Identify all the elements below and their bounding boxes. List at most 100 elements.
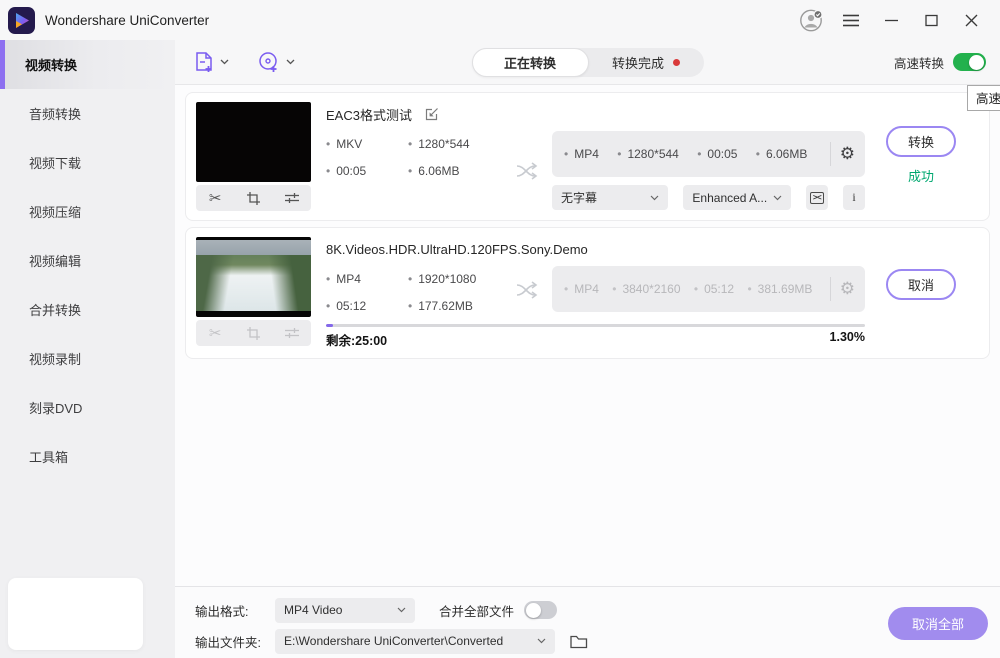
divider	[830, 142, 831, 166]
audio-track-select[interactable]: Enhanced A...	[683, 185, 791, 210]
sidebar-item-label: 视频转换	[25, 55, 77, 74]
add-file-button[interactable]	[193, 50, 229, 74]
source-resolution: 1920*1080	[408, 272, 504, 286]
sidebar-item-video-edit[interactable]: 视频编辑	[0, 236, 175, 285]
sidebar-item-label: 视频编辑	[29, 251, 81, 270]
source-duration: 00:05	[326, 164, 408, 178]
output-settings: MP4 3840*2160 05:12 381.69MB ⚙	[552, 266, 865, 312]
output-format-value: MP4 Video	[284, 603, 342, 617]
source-format: MKV	[326, 137, 408, 151]
progress-fill	[326, 324, 333, 327]
source-info: MP4 1920*1080 05:12 177.62MB	[326, 266, 504, 313]
trim-icon[interactable]: ✂	[203, 186, 227, 210]
sidebar-item-screen-record[interactable]: 视频录制	[0, 334, 175, 383]
output-format-select[interactable]: MP4 Video	[275, 598, 415, 623]
task-title: EAC3格式测试	[326, 105, 412, 124]
preview-icon[interactable]: ><	[806, 185, 828, 210]
chevron-down-icon	[537, 638, 546, 644]
target-duration: 05:12	[694, 282, 734, 296]
source-format: MP4	[326, 272, 408, 286]
sidebar-item-burn-dvd[interactable]: 刻录DVD	[0, 383, 175, 432]
output-format-label: 输出格式:	[195, 601, 275, 620]
task-list: ✂ EAC3格式测试 MKV 1280*544 00:05	[175, 85, 1000, 586]
target-duration: 00:05	[697, 147, 737, 161]
subtitle-select[interactable]: 无字幕	[552, 185, 668, 210]
chevron-down-icon	[397, 607, 406, 613]
sidebar-item-label: 音频转换	[29, 104, 81, 123]
edit-tools: ✂	[196, 320, 311, 346]
sidebar-item-label: 视频下载	[29, 153, 81, 172]
output-settings: MP4 1280*544 00:05 6.06MB ⚙	[552, 131, 865, 177]
sidebar-item-video-download[interactable]: 视频下载	[0, 138, 175, 187]
info-icon[interactable]: i	[843, 185, 865, 210]
effects-icon[interactable]	[280, 186, 304, 210]
settings-gear-icon[interactable]: ⚙	[840, 146, 855, 163]
thumbnail-column: ✂	[196, 102, 311, 211]
highspeed-toggle[interactable]	[953, 53, 986, 71]
source-duration: 05:12	[326, 299, 408, 313]
video-thumbnail[interactable]	[196, 237, 311, 317]
tab-converting[interactable]: 正在转换	[472, 48, 589, 77]
main-area: 正在转换 转换完成 高速转换 高速 ✂	[175, 40, 1000, 658]
crop-icon	[241, 321, 265, 345]
thumbnail-column: ✂	[196, 237, 311, 349]
sidebar-item-merge-convert[interactable]: 合并转换	[0, 285, 175, 334]
chevron-down-icon	[286, 59, 295, 65]
task-title: 8K.Videos.HDR.UltraHD.120FPS.Sony.Demo	[326, 242, 588, 257]
convert-arrow-icon	[504, 266, 552, 313]
chevron-down-icon	[773, 195, 782, 201]
convert-arrow-icon	[504, 131, 552, 210]
output-column: MP4 3840*2160 05:12 381.69MB ⚙	[552, 266, 865, 313]
convert-tabs: 正在转换 转换完成	[472, 48, 704, 77]
merge-all-label: 合并全部文件	[439, 601, 514, 620]
menu-icon[interactable]	[836, 5, 866, 35]
cancel-all-button[interactable]: 取消全部	[888, 607, 988, 640]
info-glyph: i	[852, 190, 855, 205]
action-column: 取消	[865, 237, 977, 349]
target-size: 381.69MB	[747, 282, 812, 296]
rename-icon[interactable]	[424, 106, 440, 122]
video-thumbnail[interactable]	[196, 102, 311, 182]
highspeed-tooltip: 高速	[967, 85, 1000, 111]
tab-finished[interactable]: 转换完成	[589, 48, 704, 77]
sidebar-item-audio-convert[interactable]: 音频转换	[0, 89, 175, 138]
crop-icon[interactable]	[241, 186, 265, 210]
minimize-button[interactable]	[876, 5, 906, 35]
sidebar-item-label: 合并转换	[29, 300, 81, 319]
account-avatar[interactable]	[796, 5, 826, 35]
sidebar-item-label: 视频录制	[29, 349, 81, 368]
progress-bar	[326, 324, 865, 327]
subtitle-select-value: 无字幕	[561, 189, 597, 206]
toggle-knob	[526, 603, 541, 618]
target-resolution: 3840*2160	[612, 282, 680, 296]
open-folder-icon[interactable]	[566, 629, 592, 653]
audio-track-value: Enhanced A...	[692, 191, 767, 205]
sidebar-item-label: 工具箱	[29, 447, 68, 466]
close-button[interactable]	[956, 5, 986, 35]
sidebar-item-toolbox[interactable]: 工具箱	[0, 432, 175, 481]
sidebar: 视频转换 音频转换 视频下载 视频压缩 视频编辑 合并转换 视频录制 刻录DVD…	[0, 40, 175, 658]
output-folder-label: 输出文件夹:	[195, 632, 275, 651]
sidebar-item-label: 刻录DVD	[29, 398, 82, 417]
popup-panel	[8, 578, 143, 650]
progress-labels: 剩余:25:00 1.30%	[326, 330, 865, 349]
add-dvd-button[interactable]	[257, 50, 295, 74]
task-card: ✂ 8K.Videos.HDR.UltraHD.120FPS.Sony.Demo…	[185, 227, 990, 359]
merge-all-toggle[interactable]	[524, 601, 557, 619]
action-column: 转换 成功	[865, 102, 977, 211]
source-size: 6.06MB	[408, 164, 504, 178]
source-resolution: 1280*544	[408, 137, 504, 151]
progress-percent: 1.30%	[830, 330, 865, 349]
target-resolution: 1280*544	[617, 147, 679, 161]
cancel-button[interactable]: 取消	[886, 269, 956, 300]
sidebar-item-video-compress[interactable]: 视频压缩	[0, 187, 175, 236]
settings-gear-icon: ⚙	[840, 281, 855, 298]
sidebar-item-video-convert[interactable]: 视频转换	[0, 40, 175, 89]
convert-button[interactable]: 转换	[886, 126, 956, 157]
tab-label: 正在转换	[504, 53, 556, 72]
titlebar-controls	[796, 5, 1000, 35]
chevron-down-icon	[220, 59, 229, 65]
maximize-button[interactable]	[916, 5, 946, 35]
output-folder-path: E:\Wondershare UniConverter\Converted	[284, 634, 503, 648]
output-folder-select[interactable]: E:\Wondershare UniConverter\Converted	[275, 629, 555, 654]
